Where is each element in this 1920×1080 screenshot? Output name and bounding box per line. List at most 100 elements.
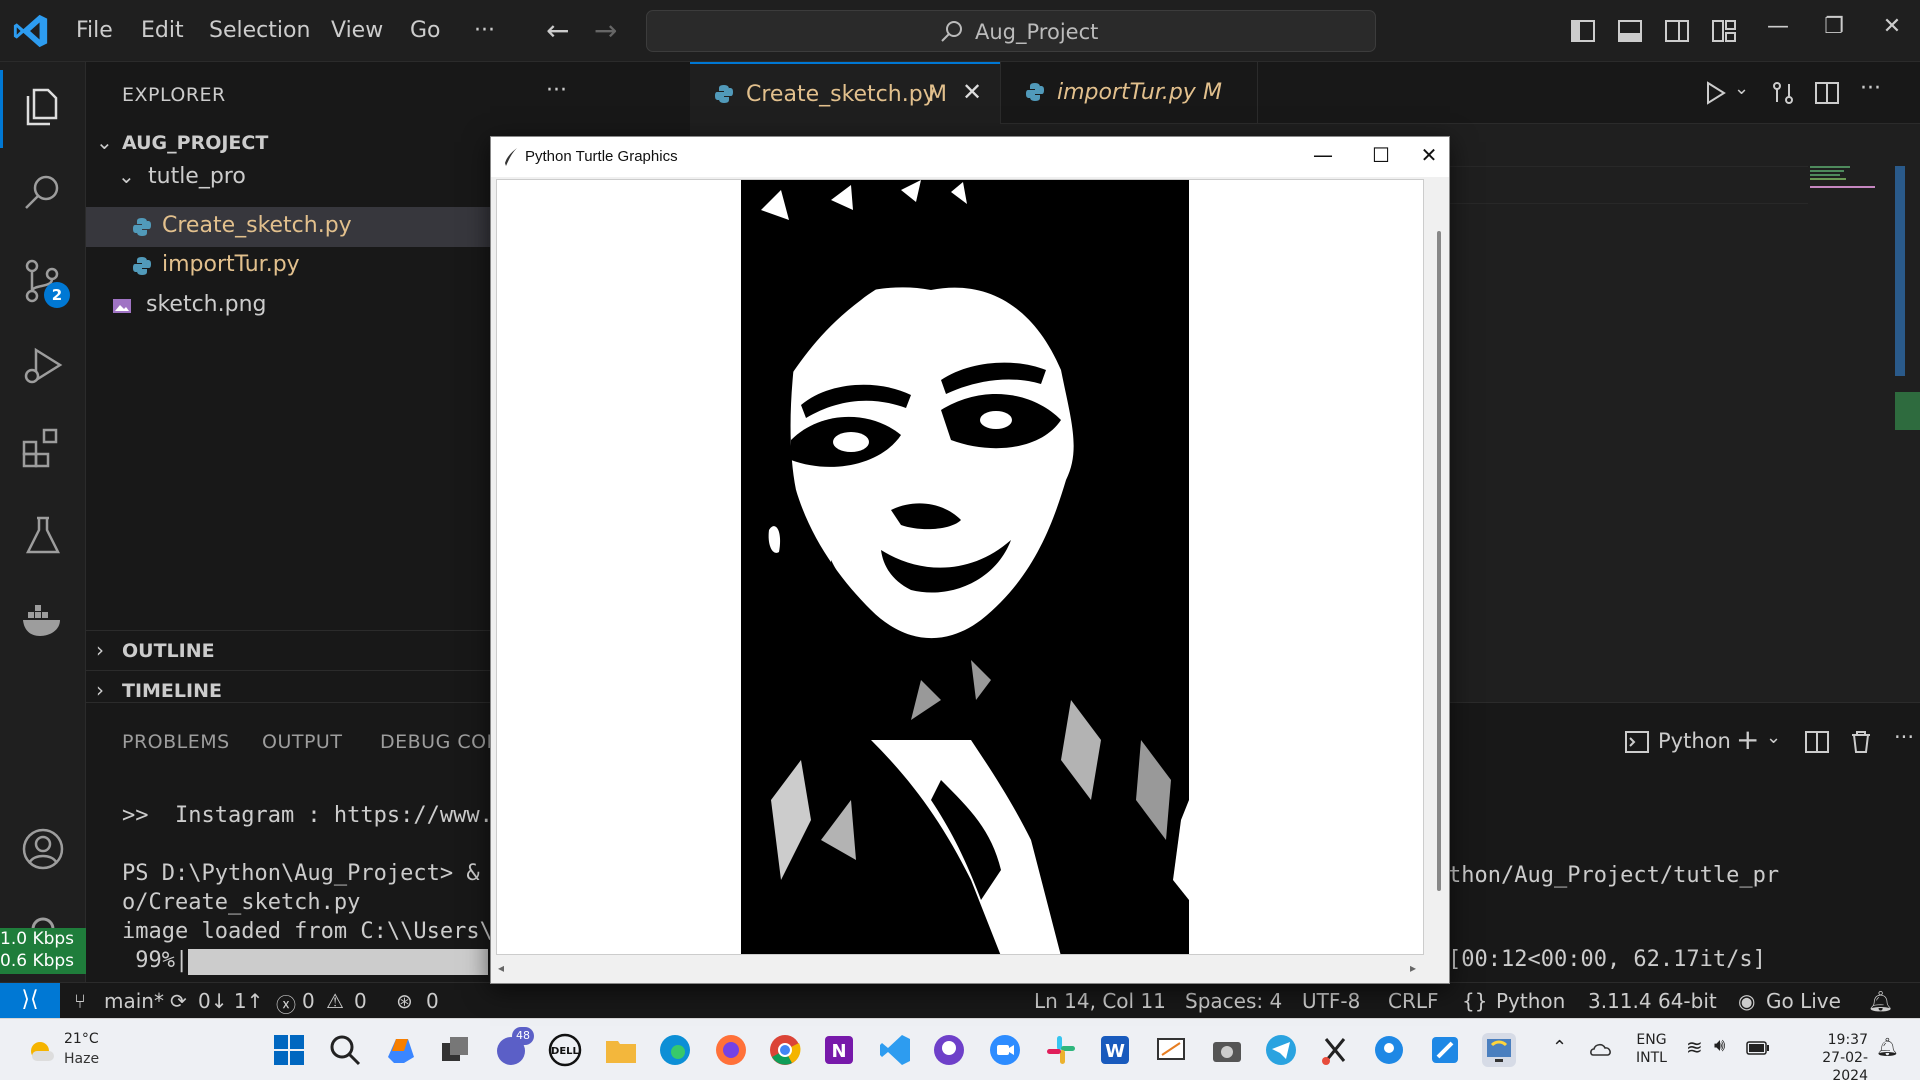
python-interpreter[interactable]: 3.11.4 64-bit: [1588, 989, 1717, 1013]
chevron-down-icon[interactable]: ⌄: [1766, 727, 1781, 748]
sync-status[interactable]: 0↓ 1↑: [198, 989, 263, 1013]
minimap[interactable]: [1810, 166, 1880, 196]
editor-scrollbar[interactable]: [1895, 166, 1905, 376]
remote-indicator-icon[interactable]: ⟩⟨: [0, 983, 60, 1019]
weather-temp[interactable]: 21°C: [64, 1031, 99, 1047]
tab-importtur[interactable]: importTur.py M: [1000, 62, 1258, 124]
chevron-down-icon[interactable]: ⌄: [1734, 78, 1749, 99]
git-branch[interactable]: main*: [104, 989, 164, 1013]
docker-icon[interactable]: [20, 596, 66, 642]
vscode-taskbar-icon[interactable]: [878, 1033, 912, 1067]
tree-file-create-sketch[interactable]: Create_sketch.py: [86, 207, 490, 247]
explorer-icon[interactable]: [20, 84, 66, 130]
weather-desc[interactable]: Haze: [64, 1051, 99, 1067]
close-icon[interactable]: ✕: [1409, 143, 1449, 167]
scroll-right-icon[interactable]: ▸: [1410, 961, 1416, 975]
tab-create-sketch[interactable]: Create_sketch.py M ✕: [690, 62, 1000, 124]
ports-icon[interactable]: ⊛: [396, 989, 413, 1013]
menu-selection[interactable]: Selection: [209, 18, 310, 43]
outline-section-header[interactable]: › OUTLINE: [86, 630, 490, 668]
system-clock[interactable]: 19:37 27-02-2024: [1788, 1031, 1868, 1080]
menu-file[interactable]: File: [76, 18, 113, 43]
turtle-canvas[interactable]: [496, 179, 1424, 955]
error-count[interactable]: 0: [302, 989, 315, 1013]
turtle-scroll-thumb[interactable]: [1437, 231, 1441, 891]
menu-more[interactable]: ···: [474, 18, 495, 43]
close-icon[interactable]: ✕: [1872, 14, 1912, 39]
tree-folder-tutle-pro[interactable]: ⌄ tutle_pro: [86, 158, 490, 196]
paint-icon[interactable]: [1428, 1033, 1462, 1067]
battery-icon[interactable]: [1746, 1041, 1770, 1055]
file-explorer-icon[interactable]: [604, 1033, 638, 1067]
weather-sun-icon[interactable]: [22, 1033, 58, 1069]
notification-bell-icon[interactable]: 🔔︎: [1876, 1037, 1899, 1058]
more-actions-icon[interactable]: ···: [1860, 76, 1881, 101]
warning-icon[interactable]: ⚠: [326, 989, 344, 1013]
wifi-icon[interactable]: ≋: [1686, 1035, 1703, 1059]
explorer-more-actions[interactable]: ···: [546, 78, 567, 103]
input-language[interactable]: ENG INTL: [1636, 1031, 1667, 1067]
chevron-up-icon[interactable]: ⌃: [1552, 1037, 1567, 1058]
slack-icon[interactable]: [1044, 1033, 1078, 1067]
minimize-icon[interactable]: —: [1758, 14, 1798, 39]
run-debug-icon[interactable]: [20, 342, 66, 388]
bell-icon[interactable]: 🔔︎: [1868, 989, 1893, 1013]
toggle-sidebar-icon[interactable]: [1570, 18, 1596, 44]
menu-go[interactable]: Go: [410, 18, 441, 43]
chrome-icon[interactable]: [768, 1033, 802, 1067]
arrow-left-icon[interactable]: ←: [546, 14, 569, 47]
split-terminal-icon[interactable]: [1804, 729, 1830, 755]
search-icon[interactable]: [328, 1033, 362, 1067]
command-center-search[interactable]: Aug_Project: [646, 10, 1376, 52]
maximize-icon[interactable]: ☐: [1361, 143, 1401, 167]
scroll-left-icon[interactable]: ◂: [498, 961, 504, 975]
run-python-icon[interactable]: [1702, 80, 1728, 106]
go-live-button[interactable]: Go Live: [1766, 989, 1841, 1013]
camera-icon[interactable]: [1210, 1033, 1244, 1067]
search-icon[interactable]: [20, 170, 66, 216]
vscode-logo-icon[interactable]: [12, 12, 50, 50]
testing-flask-icon[interactable]: [20, 512, 66, 558]
close-icon[interactable]: ✕: [962, 78, 982, 106]
toggle-panel-icon[interactable]: [1617, 18, 1643, 44]
tree-file-importtur[interactable]: importTur.py: [86, 246, 490, 284]
indentation[interactable]: Spaces: 4: [1185, 989, 1282, 1013]
cursor-position[interactable]: Ln 14, Col 11: [1034, 989, 1166, 1013]
terminal-name[interactable]: Python: [1658, 729, 1731, 753]
onedrive-icon[interactable]: [1590, 1039, 1614, 1059]
restore-icon[interactable]: ❐: [1814, 14, 1854, 39]
volume-icon[interactable]: 🔊︎: [1714, 1035, 1725, 1056]
onenote-icon[interactable]: N: [822, 1033, 856, 1067]
split-editor-icon[interactable]: [1814, 80, 1840, 106]
warning-count[interactable]: 0: [354, 989, 367, 1013]
turtle-horizontal-scrollbar[interactable]: ◂ ▸: [496, 961, 1426, 979]
trash-icon[interactable]: [1848, 729, 1874, 755]
compare-changes-icon[interactable]: [1770, 80, 1796, 106]
dell-icon[interactable]: DELL: [548, 1033, 582, 1067]
accounts-icon[interactable]: [20, 826, 66, 872]
customize-layout-icon[interactable]: [1711, 18, 1737, 44]
encoding[interactable]: UTF-8: [1302, 989, 1360, 1013]
sync-icon[interactable]: ⟳: [170, 989, 187, 1013]
menu-edit[interactable]: Edit: [141, 18, 184, 43]
toggle-secondary-sidebar-icon[interactable]: [1664, 18, 1690, 44]
language-mode[interactable]: Python: [1496, 989, 1565, 1013]
turtle-graphics-window[interactable]: Python Turtle Graphics — ☐ ✕ ◂ ▸: [490, 136, 1450, 984]
windows-start-icon[interactable]: [272, 1033, 306, 1067]
line-ending[interactable]: CRLF: [1388, 989, 1439, 1013]
panel-tab-debug-console[interactable]: DEBUG CON: [380, 731, 501, 753]
photos-icon[interactable]: [1372, 1033, 1406, 1067]
menu-view[interactable]: View: [331, 18, 383, 43]
arrow-right-icon[interactable]: →: [594, 14, 617, 47]
python-turtle-taskbar-icon[interactable]: [1482, 1033, 1516, 1067]
firefox-icon[interactable]: [714, 1033, 748, 1067]
edge-icon[interactable]: [658, 1033, 692, 1067]
error-icon[interactable]: ⓧ: [276, 989, 296, 1018]
more-actions-icon[interactable]: ···: [1894, 725, 1914, 749]
telegram-icon[interactable]: [1264, 1033, 1298, 1067]
turtle-window-titlebar[interactable]: Python Turtle Graphics — ☐ ✕: [491, 137, 1449, 177]
snipping-tool-icon[interactable]: [1318, 1033, 1352, 1067]
panel-tab-output[interactable]: OUTPUT: [262, 731, 342, 753]
github-icon[interactable]: [932, 1033, 966, 1067]
task-view-icon[interactable]: [438, 1033, 472, 1067]
